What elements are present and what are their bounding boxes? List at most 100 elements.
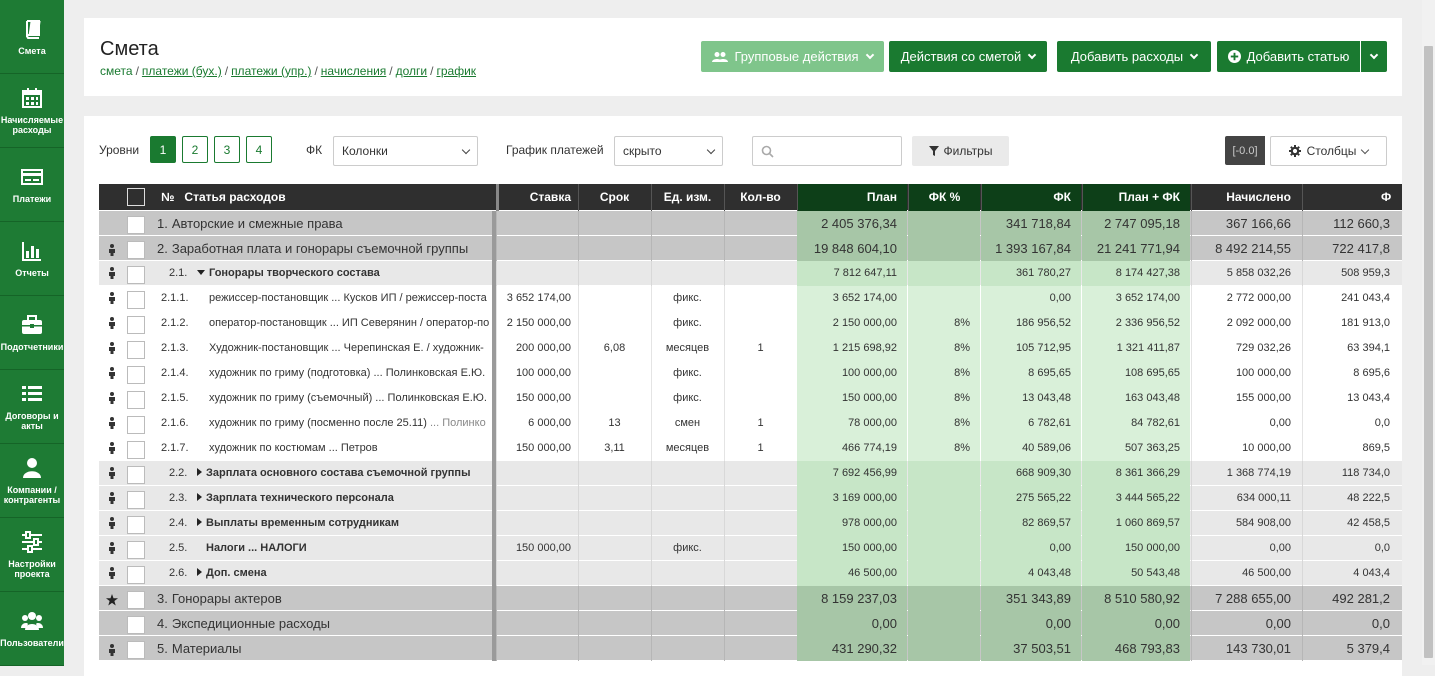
person-icon[interactable]	[108, 492, 116, 505]
cell-fk-pct[interactable]	[908, 261, 980, 286]
row-name[interactable]: Авторские и смежные права	[172, 216, 343, 231]
cell-rate[interactable]: 2 150 000,00	[496, 311, 577, 336]
breadcrumb-link-payments-acc[interactable]: платежи (бух.)	[142, 64, 222, 78]
cell-term[interactable]: 6,08	[578, 336, 650, 361]
cell-unit[interactable]	[651, 511, 723, 536]
fk-select[interactable]: Колонки	[333, 136, 478, 166]
cell-term[interactable]	[578, 361, 650, 386]
header-plan-fk[interactable]: План + ФК	[1082, 184, 1190, 211]
sidebar-item-bar-chart[interactable]: Отчеты	[0, 222, 64, 296]
cell-rate[interactable]	[496, 586, 577, 611]
header-rate[interactable]: Ставка	[496, 184, 577, 211]
collapse-arrow-icon[interactable]	[197, 270, 205, 275]
person-icon[interactable]	[108, 367, 116, 380]
cell-unit[interactable]	[651, 636, 723, 661]
header-accrued[interactable]: Начислено	[1191, 184, 1301, 211]
cell-term[interactable]	[578, 461, 650, 486]
expand-arrow-icon[interactable]	[197, 568, 202, 576]
person-icon[interactable]	[108, 267, 116, 280]
cell-qty[interactable]	[724, 461, 796, 486]
sidebar-item-sliders[interactable]: Настройки проекта	[0, 518, 64, 592]
cell-fk-pct[interactable]	[908, 486, 980, 511]
sidebar-item-list[interactable]: Договоры и акты	[0, 370, 64, 444]
person-icon[interactable]	[108, 641, 116, 656]
row-name[interactable]: Экспедиционные расходы	[172, 616, 330, 631]
cell-term[interactable]	[578, 261, 650, 286]
cell-fk-pct[interactable]	[908, 561, 980, 586]
table-row[interactable]: 2.1.3. Художник-постановщик ... Черепинск…	[99, 336, 1402, 361]
cell-unit[interactable]: фикс.	[651, 361, 723, 386]
cell-unit[interactable]	[651, 486, 723, 511]
sidebar-item-book[interactable]: Смета	[0, 0, 64, 74]
cell-fk-pct[interactable]	[908, 611, 980, 636]
table-row[interactable]: 4. Экспедиционные расходы 0,00 0,00 0,00 0,00…	[99, 611, 1402, 636]
cell-term[interactable]	[578, 386, 650, 411]
table-row[interactable]: 2.1.2. оператор-постановщик ... ИП Северя…	[99, 311, 1402, 336]
row-name[interactable]: художник по гриму (подготовка) ... Полин…	[209, 367, 485, 379]
row-name[interactable]: художник по гриму (посменно после 25.11)	[209, 417, 427, 429]
cell-term[interactable]	[578, 536, 650, 561]
header-fk[interactable]: ФК	[981, 184, 1081, 211]
table-row[interactable]: 2.3. Зарплата технического персонала 3 169…	[99, 486, 1402, 511]
cell-rate[interactable]: 6 000,00	[496, 411, 577, 436]
cell-rate[interactable]: 3 652 174,00	[496, 286, 577, 311]
cell-rate[interactable]: 200 000,00	[496, 336, 577, 361]
cell-term[interactable]	[578, 236, 650, 261]
cell-unit[interactable]: фикс.	[651, 536, 723, 561]
row-checkbox[interactable]	[125, 386, 147, 411]
cell-fk-pct[interactable]: 8%	[908, 361, 980, 386]
table-row[interactable]: 2.6. Доп. смена 46 500,00 4 043,48 50 543,48…	[99, 561, 1402, 586]
cell-unit[interactable]	[651, 611, 723, 636]
cell-term[interactable]: 13	[578, 411, 650, 436]
person-icon[interactable]	[108, 392, 116, 405]
cell-fk-pct[interactable]: 8%	[908, 411, 980, 436]
row-name[interactable]: Гонорары творческого состава	[209, 267, 380, 279]
add-item-button[interactable]: Добавить статью	[1217, 41, 1360, 72]
sidebar-item-payments[interactable]: Платежи	[0, 148, 64, 222]
cell-rate[interactable]: 150 000,00	[496, 386, 577, 411]
star-icon[interactable]	[106, 591, 118, 606]
cell-fk-pct[interactable]: 8%	[908, 436, 980, 461]
cell-qty[interactable]	[724, 286, 796, 311]
person-icon[interactable]	[108, 317, 116, 330]
cell-rate[interactable]	[496, 561, 577, 586]
row-checkbox[interactable]	[125, 561, 147, 586]
page-scrollbar[interactable]	[1422, 0, 1435, 665]
row-checkbox[interactable]	[125, 311, 147, 336]
row-name[interactable]: Зарплата основного состава съемочной гру…	[206, 467, 470, 479]
table-row[interactable]: 2.1.6. художник по гриму (посменно после …	[99, 411, 1402, 436]
zero-toggle-button[interactable]: [-0.0]	[1225, 136, 1265, 165]
cell-unit[interactable]	[651, 561, 723, 586]
cell-term[interactable]	[578, 211, 650, 236]
sidebar-item-briefcase[interactable]: Подотчетники	[0, 296, 64, 370]
cell-rate[interactable]	[496, 211, 577, 236]
row-name[interactable]: оператор-постановщик ... ИП Северянин / …	[209, 317, 489, 329]
breadcrumb-link-debts[interactable]: долги	[396, 64, 428, 78]
header-f2[interactable]: Ф	[1302, 184, 1402, 211]
row-name[interactable]: художник по костюмам ... Петров	[209, 442, 378, 454]
cell-term[interactable]	[578, 561, 650, 586]
row-checkbox[interactable]	[125, 486, 147, 511]
cell-unit[interactable]: месяцев	[651, 336, 723, 361]
add-expenses-button[interactable]: Добавить расходы	[1057, 41, 1211, 72]
row-name[interactable]: Зарплата технического персонала	[206, 492, 394, 504]
cell-qty[interactable]	[724, 311, 796, 336]
cell-fk-pct[interactable]	[908, 511, 980, 536]
cell-term[interactable]: 3,11	[578, 436, 650, 461]
table-row[interactable]: 2.1.1. режиссер-постановщик ... Кусков ИП…	[99, 286, 1402, 311]
header-qty[interactable]: Кол-во	[724, 184, 796, 211]
row-checkbox[interactable]	[125, 461, 147, 486]
row-checkbox[interactable]	[125, 261, 147, 286]
cell-fk-pct[interactable]	[908, 636, 980, 661]
row-checkbox[interactable]	[125, 436, 147, 461]
table-row[interactable]: 2.4. Выплаты временным сотрудникам 978 000…	[99, 511, 1402, 536]
search-input[interactable]	[752, 136, 902, 166]
person-icon[interactable]	[108, 567, 116, 580]
cell-qty[interactable]	[724, 511, 796, 536]
cell-term[interactable]	[578, 511, 650, 536]
cell-rate[interactable]	[496, 261, 577, 286]
level-4-button[interactable]: 4	[246, 136, 272, 163]
row-checkbox[interactable]	[125, 411, 147, 436]
level-1-button[interactable]: 1	[150, 136, 176, 163]
cell-unit[interactable]: фикс.	[651, 286, 723, 311]
